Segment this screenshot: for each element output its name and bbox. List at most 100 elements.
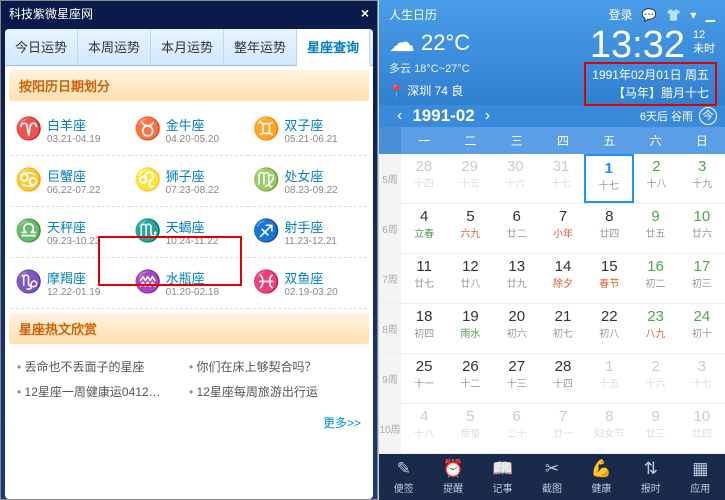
calendar-day[interactable]: 7廿一 bbox=[540, 404, 586, 453]
calendar-day[interactable]: 6二十 bbox=[494, 404, 540, 453]
today-button[interactable]: 今 bbox=[699, 107, 717, 125]
calendar-day[interactable]: 6廿二 bbox=[494, 204, 540, 253]
calendar-day[interactable]: 8廿四 bbox=[586, 204, 632, 253]
calendar-day[interactable]: 1十五 bbox=[586, 354, 632, 403]
calendar-day[interactable]: 3十九 bbox=[679, 154, 725, 203]
dow: 六 bbox=[632, 127, 678, 154]
calendar-day[interactable]: 12廿八 bbox=[447, 254, 493, 303]
calendar-day[interactable]: 5惊蛰 bbox=[447, 404, 493, 453]
calendar-day[interactable]: 3十七 bbox=[679, 354, 725, 403]
zodiac-icon: ♍ bbox=[252, 167, 280, 195]
more-link[interactable]: 更多>> bbox=[5, 410, 373, 435]
toolbar-健康[interactable]: 💪健康 bbox=[577, 454, 626, 500]
article-link[interactable]: 12星座一周健康运0412… bbox=[17, 383, 189, 400]
calendar-day[interactable]: 28十四 bbox=[540, 354, 586, 403]
article-link[interactable]: 12星座每周旅游出行运 bbox=[189, 383, 361, 400]
calendar-day[interactable]: 20初六 bbox=[494, 304, 540, 353]
zodiac-8[interactable]: ♐射手座11.23-12.21 bbox=[248, 207, 367, 258]
zodiac-2[interactable]: ♊双子座05.21-06.21 bbox=[248, 105, 367, 156]
calendar-day[interactable]: 27十三 bbox=[494, 354, 540, 403]
calendar-day[interactable]: 11廿七 bbox=[401, 254, 447, 303]
calendar-day[interactable]: 17初三 bbox=[679, 254, 725, 303]
calendar-day[interactable]: 23八九 bbox=[632, 304, 678, 353]
calendar-day[interactable]: 4立春 bbox=[401, 204, 447, 253]
zodiac-1[interactable]: ♉金牛座04.20-05.20 bbox=[130, 105, 249, 156]
calendar-day[interactable]: 8妇女节 bbox=[586, 404, 632, 453]
zodiac-11[interactable]: ♓双鱼座02.19-03.20 bbox=[248, 258, 367, 309]
calendar-day[interactable]: 10廿四 bbox=[679, 404, 725, 453]
weekday-header: 一二三四五六日 bbox=[379, 127, 725, 154]
bottom-toolbar: ✎便签⏰提醒📖记事✂截图💪健康⇅报时▦应用 bbox=[379, 454, 725, 500]
toolbar-报时[interactable]: ⇅报时 bbox=[626, 454, 675, 500]
menu-icon[interactable]: ▾ bbox=[690, 8, 696, 22]
zodiac-4[interactable]: ♌狮子座07.23-08.22 bbox=[130, 156, 249, 207]
shirt-icon[interactable]: 👕 bbox=[666, 8, 681, 22]
calendar-day[interactable]: 18初四 bbox=[401, 304, 447, 353]
zodiac-10[interactable]: ♒水瓶座01.20-02.18 bbox=[130, 258, 249, 309]
calendar-day[interactable]: 29十五 bbox=[447, 154, 493, 203]
week-label: 8周 bbox=[379, 304, 401, 353]
toolbar-便签[interactable]: ✎便签 bbox=[379, 454, 428, 500]
current-month[interactable]: 1991-02 bbox=[412, 106, 474, 126]
panel-titlebar: 科技紫微星座网 × bbox=[1, 1, 377, 25]
calendar-day[interactable]: 15春节 bbox=[586, 254, 632, 303]
calendar-day[interactable]: 22初八 bbox=[586, 304, 632, 353]
calendar-day[interactable]: 5六九 bbox=[447, 204, 493, 253]
tab-1[interactable]: 本周运势 bbox=[78, 29, 151, 65]
week-label: 10周 bbox=[379, 404, 401, 453]
article-link[interactable]: 你们在床上够契合吗？ bbox=[189, 358, 361, 375]
zodiac-icon: ♊ bbox=[252, 116, 280, 144]
tab-4[interactable]: 星座查询 bbox=[297, 29, 370, 66]
calendar-day[interactable]: 21初七 bbox=[540, 304, 586, 353]
zodiac-icon: ♋ bbox=[15, 167, 43, 195]
zodiac-grid: ♈白羊座03.21-04.19♉金牛座04.20-05.20♊双子座05.21-… bbox=[5, 105, 373, 309]
calendar-day[interactable]: 28十四 bbox=[401, 154, 447, 203]
calendar-day[interactable]: 9廿三 bbox=[632, 404, 678, 453]
toolbar-记事[interactable]: 📖记事 bbox=[478, 454, 527, 500]
zodiac-icon: ♌ bbox=[134, 167, 162, 195]
calendar-day[interactable]: 24初十 bbox=[679, 304, 725, 353]
calendar-day[interactable]: 31十七 bbox=[538, 154, 584, 203]
location[interactable]: 深圳 74 良 bbox=[407, 84, 463, 98]
zodiac-3[interactable]: ♋巨蟹座06.22-07.22 bbox=[11, 156, 130, 207]
calendar-day[interactable]: 7小年 bbox=[540, 204, 586, 253]
calendar-day[interactable]: 25十一 bbox=[401, 354, 447, 403]
next-month[interactable]: › bbox=[475, 107, 500, 125]
calendar-day[interactable]: 19雨水 bbox=[447, 304, 493, 353]
tab-0[interactable]: 今日运势 bbox=[5, 29, 78, 65]
calendar-day[interactable]: 2十八 bbox=[634, 154, 680, 203]
zodiac-9[interactable]: ♑摩羯座12.22-01.19 bbox=[11, 258, 130, 309]
article-link[interactable]: 丢命也不丢面子的星座 bbox=[17, 358, 189, 375]
close-icon[interactable]: × bbox=[361, 5, 369, 21]
zodiac-icon: ♏ bbox=[134, 218, 162, 246]
zodiac-7[interactable]: ♏天蝎座10.24-11.22 bbox=[130, 207, 249, 258]
tab-3[interactable]: 整年运势 bbox=[224, 29, 297, 65]
minimize-icon[interactable]: ▁ bbox=[706, 8, 715, 22]
prev-month[interactable]: ‹ bbox=[387, 107, 412, 125]
toolbar-提醒[interactable]: ⏰提醒 bbox=[428, 454, 477, 500]
calendar-day[interactable]: 14除夕 bbox=[540, 254, 586, 303]
calendar-day[interactable]: 1十七 bbox=[584, 154, 634, 203]
calendar-day[interactable]: 10廿六 bbox=[679, 204, 725, 253]
weather-icon: ☁ bbox=[389, 27, 415, 58]
toolbar-应用[interactable]: ▦应用 bbox=[676, 454, 725, 500]
app-title: 人生日历 bbox=[389, 6, 437, 23]
zodiac-6[interactable]: ♎天秤座09.23-10.23 bbox=[11, 207, 130, 258]
solar-term-note: 6天后 谷雨 bbox=[640, 108, 693, 124]
calendar-day[interactable]: 9廿五 bbox=[632, 204, 678, 253]
zodiac-0[interactable]: ♈白羊座03.21-04.19 bbox=[11, 105, 130, 156]
chat-icon[interactable]: 💬 bbox=[642, 8, 657, 22]
toolbar-截图[interactable]: ✂截图 bbox=[527, 454, 576, 500]
calendar-day[interactable]: 13廿九 bbox=[494, 254, 540, 303]
calendar-day[interactable]: 30十六 bbox=[492, 154, 538, 203]
login-link[interactable]: 登录 bbox=[608, 8, 632, 22]
week-label: 6周 bbox=[379, 204, 401, 253]
calendar-day[interactable]: 2十六 bbox=[632, 354, 678, 403]
tab-2[interactable]: 本月运势 bbox=[151, 29, 224, 65]
zodiac-5[interactable]: ♍处女座08.23-09.22 bbox=[248, 156, 367, 207]
calendar-day[interactable]: 26十二 bbox=[447, 354, 493, 403]
calendar-day[interactable]: 4十八 bbox=[401, 404, 447, 453]
tab-bar: 今日运势本周运势本月运势整年运势星座查询 bbox=[5, 29, 373, 66]
dow: 一 bbox=[401, 127, 447, 154]
calendar-day[interactable]: 16初二 bbox=[632, 254, 678, 303]
